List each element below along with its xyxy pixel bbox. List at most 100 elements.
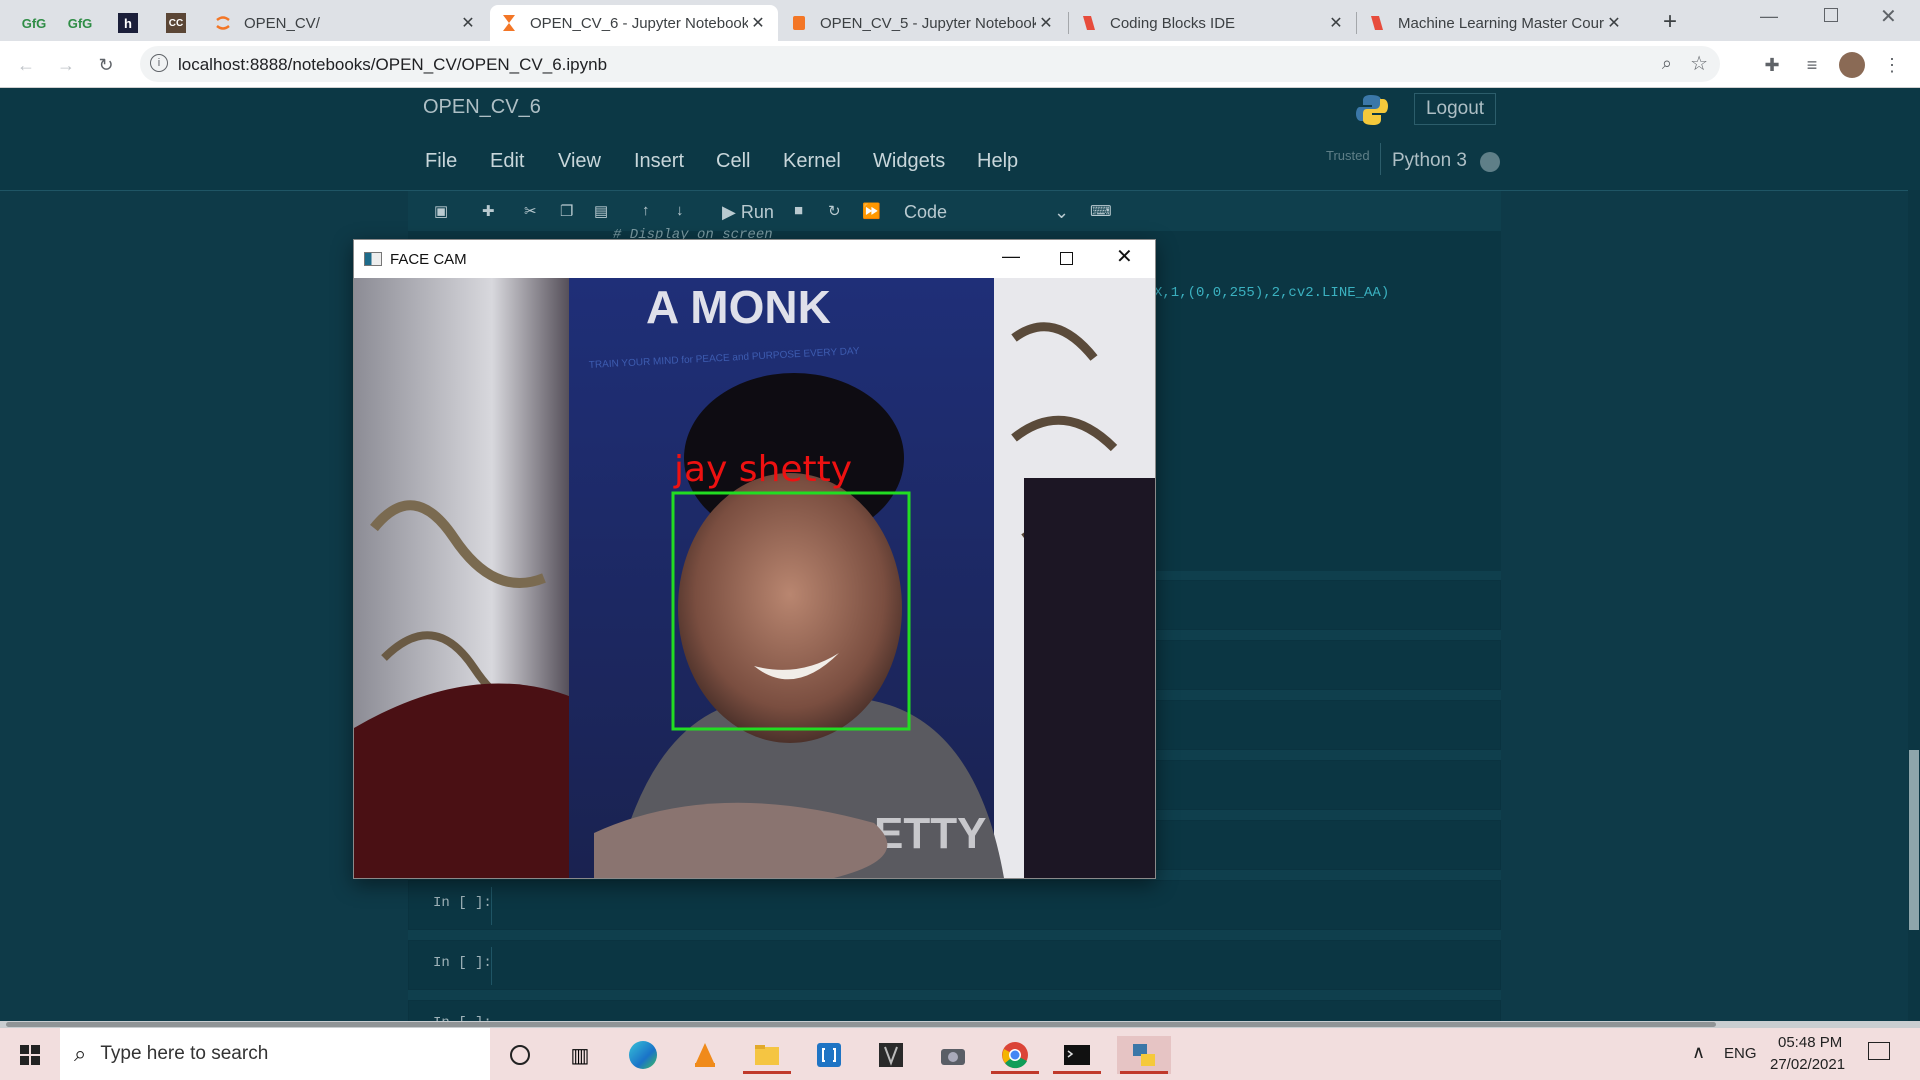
app-bracket-icon[interactable]	[809, 1036, 849, 1074]
copy-icon[interactable]: ❐	[560, 202, 573, 220]
zoom-icon[interactable]: ⌕	[1662, 53, 1672, 74]
restart-icon[interactable]: ↻	[828, 202, 841, 220]
menu-widgets[interactable]: Widgets	[873, 150, 945, 173]
camera-icon[interactable]	[933, 1036, 973, 1074]
restore-icon[interactable]	[1824, 8, 1838, 22]
run-button[interactable]: ▶ Run	[722, 202, 774, 223]
code-cell[interactable]: In [ ]:	[408, 940, 1501, 990]
extensions-icon[interactable]: ✚	[1758, 51, 1786, 79]
coding-blocks-icon	[1080, 14, 1098, 32]
pinned-tab-cc[interactable]: CC	[156, 5, 196, 41]
terminal-icon[interactable]	[1053, 1036, 1101, 1074]
trusted-indicator[interactable]: Trusted	[1326, 148, 1370, 163]
close-window-icon[interactable]: ✕	[1880, 4, 1897, 29]
horizontal-scrollbar[interactable]	[0, 1021, 1920, 1028]
file-explorer-icon[interactable]	[743, 1036, 791, 1074]
app-icon	[364, 252, 382, 266]
chevron-up-icon[interactable]: ∧	[1692, 1042, 1705, 1063]
media-control-icon[interactable]: ≡	[1798, 51, 1826, 79]
clock-time[interactable]: 05:48 PM	[1778, 1034, 1842, 1051]
menu-file[interactable]: File	[425, 150, 457, 173]
pinned-tab-gfg-2[interactable]: GfG	[60, 5, 100, 41]
add-cell-icon[interactable]: ✚	[482, 202, 495, 220]
avatar[interactable]	[1838, 51, 1866, 79]
address-bar[interactable]: i localhost:8888/notebooks/OPEN_CV/OPEN_…	[140, 46, 1720, 82]
face-label: jay shetty	[673, 449, 852, 490]
running-indicator	[1053, 1071, 1101, 1074]
pinned-tab-h[interactable]: h	[108, 5, 148, 41]
run-label: Run	[740, 202, 774, 222]
scrollbar-thumb[interactable]	[1909, 750, 1919, 930]
info-icon[interactable]: i	[150, 54, 168, 72]
close-tab-icon[interactable]: ✕	[1604, 13, 1624, 33]
url-text: localhost:8888/notebooks/OPEN_CV/OPEN_CV…	[178, 55, 608, 74]
stop-icon[interactable]: ■	[794, 202, 803, 219]
fast-forward-icon[interactable]: ⏩	[862, 202, 881, 220]
browser-tab-strip: GfG GfG h CC OPEN_CV/ ✕ OPEN_CV_6 - Jupy…	[0, 0, 1920, 41]
move-down-icon[interactable]: ↓	[676, 202, 684, 219]
code-cell[interactable]: In [ ]:	[408, 880, 1501, 930]
bookmark-star-icon[interactable]: ☆	[1690, 51, 1708, 76]
menu-cell[interactable]: Cell	[716, 150, 750, 173]
logout-button[interactable]: Logout	[1414, 93, 1496, 125]
close-tab-icon[interactable]: ✕	[1036, 13, 1056, 33]
predator-sense-icon[interactable]	[871, 1036, 911, 1074]
windows-taskbar: ⌕ Type here to search ▥ ∧ ENG 05:48 PM 2…	[0, 1028, 1920, 1080]
save-icon[interactable]: ▣	[434, 202, 448, 220]
tab-open-cv-5[interactable]: OPEN_CV_5 - Jupyter Notebook ✕	[780, 5, 1066, 41]
keyboard-icon[interactable]: ⌨	[1090, 202, 1112, 220]
close-tab-icon[interactable]: ✕	[1326, 13, 1346, 33]
cut-icon[interactable]: ✂	[524, 202, 537, 220]
edge-icon[interactable]	[623, 1036, 663, 1074]
tab-title: OPEN_CV_5 - Jupyter Notebook	[820, 14, 1036, 32]
chrome-icon[interactable]	[991, 1036, 1039, 1074]
book-title-text: A MONK	[646, 281, 831, 333]
tab-title: OPEN_CV/	[244, 14, 320, 32]
taskbar-search-box[interactable]: ⌕ Type here to search	[60, 1028, 490, 1080]
menu-view[interactable]: View	[558, 150, 601, 173]
minimize-icon[interactable]: —	[1002, 246, 1020, 267]
tab-open-cv-6[interactable]: OPEN_CV_6 - Jupyter Notebook ✕	[490, 5, 778, 41]
close-icon[interactable]: ✕	[1116, 244, 1133, 269]
windows-start-icon[interactable]	[10, 1036, 50, 1074]
forward-icon[interactable]: →	[52, 51, 80, 79]
menu-help[interactable]: Help	[977, 150, 1018, 173]
task-view-icon[interactable]: ▥	[560, 1036, 600, 1074]
more-menu-icon[interactable]: ⋮	[1878, 51, 1906, 79]
cell-type-select[interactable]: Code ⌄	[904, 202, 1074, 223]
kernel-status-icon	[1480, 152, 1500, 172]
close-tab-icon[interactable]: ✕	[748, 13, 768, 33]
tab-coding-blocks[interactable]: Coding Blocks IDE ✕	[1070, 5, 1356, 41]
tab-open-cv[interactable]: OPEN_CV/ ✕	[204, 5, 488, 41]
vlc-icon[interactable]	[685, 1036, 725, 1074]
face-cam-window[interactable]: FACE CAM — ✕ A MONK TRAIN YOUR MIND for …	[353, 239, 1156, 879]
tab-ml-course[interactable]: Machine Learning Master Course ✕	[1358, 5, 1634, 41]
move-up-icon[interactable]: ↑	[642, 202, 650, 219]
window-title-bar[interactable]: FACE CAM — ✕	[354, 240, 1155, 278]
back-icon[interactable]: ←	[12, 51, 40, 79]
notification-icon[interactable]	[1868, 1042, 1890, 1060]
webcam-feed: A MONK TRAIN YOUR MIND for PEACE and PUR…	[354, 278, 1155, 878]
jupyter-header: OPEN_CV_6 Logout File Edit View Insert C…	[0, 88, 1920, 191]
page-scrollbar[interactable]	[1908, 190, 1920, 1026]
tab-title: Coding Blocks IDE	[1110, 14, 1236, 32]
close-tab-icon[interactable]: ✕	[458, 13, 478, 33]
menu-insert[interactable]: Insert	[634, 150, 684, 173]
tab-separator	[1068, 12, 1069, 34]
minimize-icon[interactable]: —	[1760, 6, 1778, 27]
clock-date[interactable]: 27/02/2021	[1770, 1056, 1845, 1073]
paste-icon[interactable]: ▤	[594, 202, 608, 220]
menu-kernel[interactable]: Kernel	[783, 150, 841, 173]
running-indicator	[991, 1071, 1039, 1074]
maximize-icon[interactable]	[1060, 252, 1073, 265]
cortana-icon[interactable]	[500, 1036, 540, 1074]
menu-edit[interactable]: Edit	[490, 150, 524, 173]
language-indicator[interactable]: ENG	[1724, 1045, 1757, 1062]
notebook-title[interactable]: OPEN_CV_6	[423, 96, 541, 119]
python-app-icon[interactable]	[1117, 1036, 1171, 1074]
reload-icon[interactable]: ↻	[92, 51, 120, 79]
pinned-tab-gfg-1[interactable]: GfG	[14, 5, 54, 41]
kernel-name[interactable]: Python 3	[1392, 150, 1467, 172]
new-tab-button[interactable]: +	[1655, 8, 1685, 38]
scrollbar-thumb[interactable]	[6, 1022, 1716, 1027]
